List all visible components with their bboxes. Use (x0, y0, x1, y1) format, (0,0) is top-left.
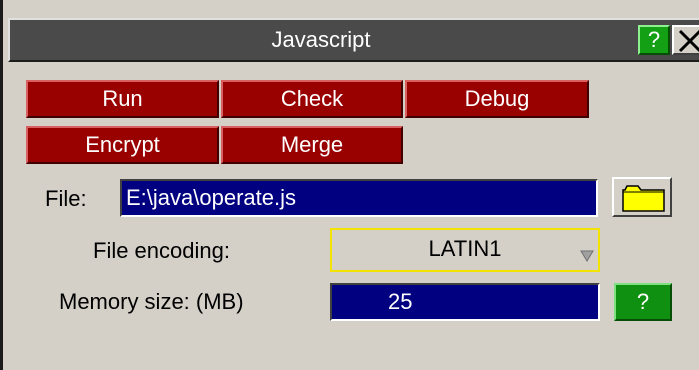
encrypt-button[interactable]: Encrypt (26, 126, 219, 164)
folder-icon (622, 185, 665, 212)
title-bar: Javascript ? (8, 18, 699, 62)
debug-button[interactable]: Debug (405, 80, 589, 118)
merge-button[interactable]: Merge (221, 126, 403, 164)
file-encoding-label: File encoding: (93, 238, 230, 263)
browse-button[interactable] (612, 177, 672, 217)
window-title: Javascript (271, 27, 371, 52)
file-path-input[interactable]: E:\java\operate.js (120, 179, 598, 217)
javascript-window: Javascript ? Run Check Debug Encrypt Mer… (0, 0, 699, 370)
title-help-button[interactable]: ? (638, 25, 670, 55)
memory-size-label: Memory size: (MB) (59, 289, 244, 314)
file-encoding-value: LATIN1 (428, 236, 502, 261)
dropdown-arrow-icon (580, 250, 594, 262)
memory-size-input[interactable]: 25 (330, 283, 600, 321)
run-button[interactable]: Run (26, 80, 219, 118)
memory-help-button[interactable]: ? (614, 283, 672, 321)
close-button[interactable] (672, 25, 699, 55)
file-label: File: (45, 186, 87, 211)
file-encoding-select[interactable]: LATIN1 (330, 228, 600, 272)
close-icon (678, 29, 699, 53)
check-button[interactable]: Check (221, 80, 403, 118)
